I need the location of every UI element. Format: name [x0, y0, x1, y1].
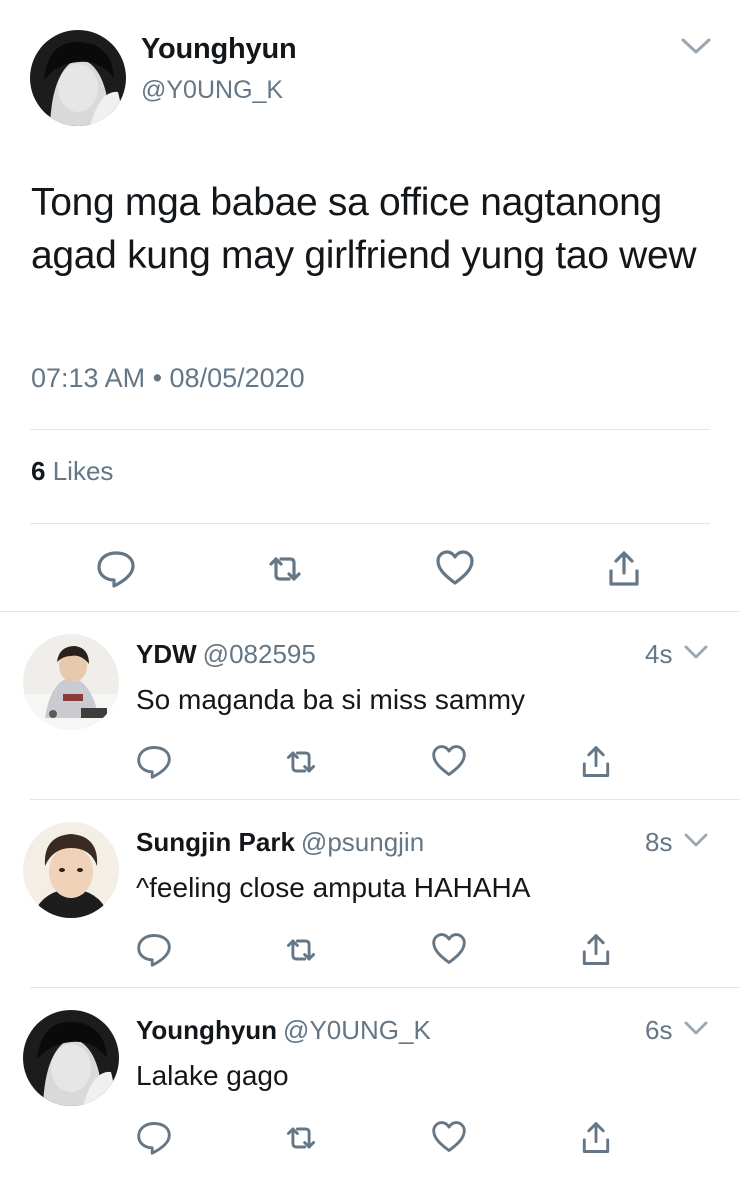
- divider: [30, 429, 710, 430]
- reply-author-handle: @082595: [202, 639, 316, 669]
- reply-icon[interactable]: [96, 548, 136, 588]
- reply-author-name[interactable]: Sungjin Park @psungjin: [136, 827, 424, 858]
- divider: [30, 523, 710, 524]
- main-author-handle[interactable]: @Y0UNG_K: [141, 76, 283, 105]
- reply-time[interactable]: 6s: [645, 1015, 672, 1046]
- reply-avatar[interactable]: [23, 1010, 119, 1106]
- share-icon[interactable]: [604, 549, 644, 589]
- reply-author-handle: @Y0UNG_K: [283, 1015, 431, 1045]
- reply-text: ^feeling close amputa HAHAHA: [136, 872, 531, 903]
- reply-options-chevron-icon[interactable]: [683, 1019, 709, 1037]
- retweet-icon[interactable]: [283, 1120, 319, 1156]
- reply-icon[interactable]: [136, 931, 172, 967]
- reply-icon[interactable]: [136, 743, 172, 779]
- reply-time[interactable]: 4s: [645, 639, 672, 670]
- tweet-timestamp[interactable]: 07:13 AM • 08/05/2020: [31, 363, 305, 394]
- like-icon[interactable]: [431, 931, 467, 967]
- share-icon[interactable]: [578, 1120, 614, 1156]
- divider: [30, 987, 740, 988]
- reply-avatar[interactable]: [23, 822, 119, 918]
- retweet-icon[interactable]: [283, 932, 319, 968]
- reply-icon[interactable]: [136, 1119, 172, 1155]
- like-icon[interactable]: [431, 743, 467, 779]
- reply-text: Lalake gago: [136, 1060, 289, 1091]
- reply-avatar[interactable]: [23, 634, 119, 730]
- likes-count: 6: [31, 456, 46, 486]
- reply-author-name[interactable]: YDW @082595: [136, 639, 316, 670]
- reply-text: So maganda ba si miss sammy: [136, 684, 526, 715]
- tweet-options-chevron-icon[interactable]: [680, 36, 712, 56]
- likes-stat[interactable]: 6 Likes: [31, 456, 113, 487]
- retweet-icon[interactable]: [265, 549, 305, 589]
- reply-options-chevron-icon[interactable]: [683, 831, 709, 849]
- share-icon[interactable]: [578, 932, 614, 968]
- reply-author-handle: @psungjin: [300, 827, 425, 857]
- reply-author-name[interactable]: Younghyun @Y0UNG_K: [136, 1015, 431, 1046]
- reply-options-chevron-icon[interactable]: [683, 643, 709, 661]
- reply-time[interactable]: 8s: [645, 827, 672, 858]
- share-icon[interactable]: [578, 744, 614, 780]
- like-icon[interactable]: [431, 1119, 467, 1155]
- tweet-text: Tong mga babae sa office nagtanong agad …: [31, 181, 697, 277]
- main-author-name[interactable]: Younghyun: [141, 33, 297, 66]
- likes-label: Likes: [52, 456, 114, 486]
- divider: [0, 611, 740, 612]
- like-icon[interactable]: [435, 548, 475, 588]
- retweet-icon[interactable]: [283, 744, 319, 780]
- main-author-avatar[interactable]: [30, 30, 126, 126]
- divider: [30, 799, 740, 800]
